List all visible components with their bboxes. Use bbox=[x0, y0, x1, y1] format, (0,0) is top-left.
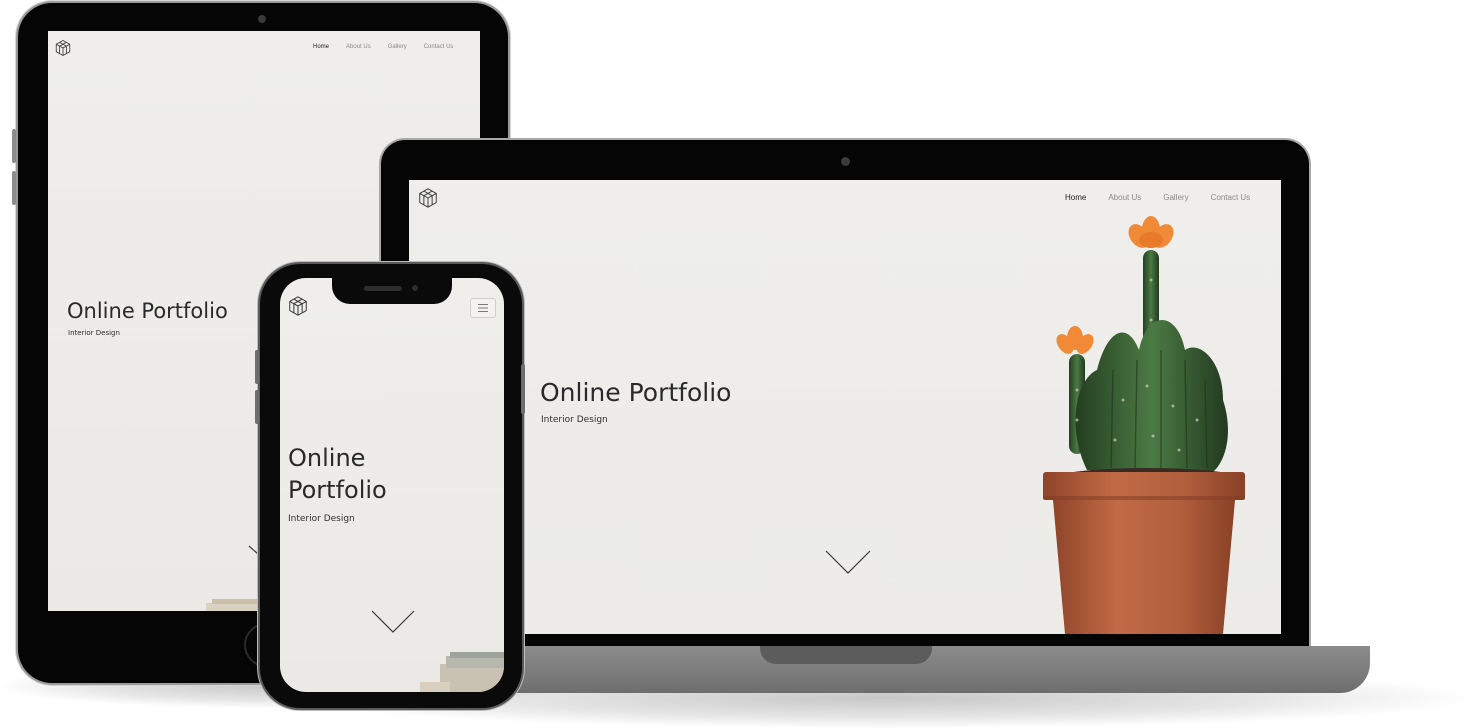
tablet-nav: Home About Us Gallery Contact Us bbox=[313, 44, 453, 50]
chevron-down-icon[interactable] bbox=[825, 550, 871, 575]
laptop-screen: Home About Us Gallery Contact Us Online … bbox=[409, 180, 1281, 634]
phone-volume-button bbox=[255, 350, 259, 384]
phone-screen: Online Portfolio Interior Design bbox=[280, 278, 504, 692]
hero-subtitle: Interior Design bbox=[68, 329, 120, 337]
nav-about[interactable]: About Us bbox=[1108, 193, 1141, 202]
hero-title: Online Portfolio bbox=[540, 378, 732, 407]
tablet-camera bbox=[258, 15, 266, 23]
nav-contact[interactable]: Contact Us bbox=[424, 44, 454, 50]
logo-icon[interactable] bbox=[54, 39, 72, 57]
laptop-trackpad-notch bbox=[760, 646, 932, 664]
hero-subtitle: Interior Design bbox=[288, 514, 355, 524]
tablet-volume-button bbox=[12, 171, 16, 205]
phone-notch bbox=[332, 278, 452, 304]
nav-gallery[interactable]: Gallery bbox=[1163, 193, 1188, 202]
nav-contact[interactable]: Contact Us bbox=[1211, 193, 1251, 202]
hamburger-lines bbox=[478, 304, 488, 312]
hero-title-line-2: Portfolio bbox=[288, 476, 387, 504]
chevron-down-icon[interactable] bbox=[371, 610, 415, 634]
hero-subtitle: Interior Design bbox=[541, 415, 608, 425]
nav-gallery[interactable]: Gallery bbox=[388, 44, 407, 50]
book-stack-image bbox=[420, 652, 504, 692]
logo-icon[interactable] bbox=[417, 187, 439, 209]
hero-title-line-1: Online bbox=[288, 444, 366, 472]
phone-volume-button bbox=[255, 390, 259, 424]
nav-home[interactable]: Home bbox=[1065, 193, 1086, 202]
nav-home[interactable]: Home bbox=[313, 44, 329, 50]
device-mockup-scene: Home About Us Gallery Contact Us Online … bbox=[0, 0, 1467, 728]
phone-power-button bbox=[521, 364, 525, 414]
phone-speaker bbox=[364, 286, 402, 291]
cactus-image bbox=[1043, 216, 1245, 634]
laptop-camera bbox=[841, 157, 850, 166]
logo-icon[interactable] bbox=[287, 295, 309, 317]
hero-title: Online Portfolio bbox=[67, 299, 228, 323]
laptop-nav: Home About Us Gallery Contact Us bbox=[1065, 193, 1250, 202]
nav-about[interactable]: About Us bbox=[346, 44, 371, 50]
tablet-volume-button bbox=[12, 129, 16, 163]
phone-device: Online Portfolio Interior Design bbox=[255, 264, 525, 708]
phone-camera bbox=[412, 285, 418, 291]
hamburger-menu-icon[interactable] bbox=[470, 298, 496, 318]
